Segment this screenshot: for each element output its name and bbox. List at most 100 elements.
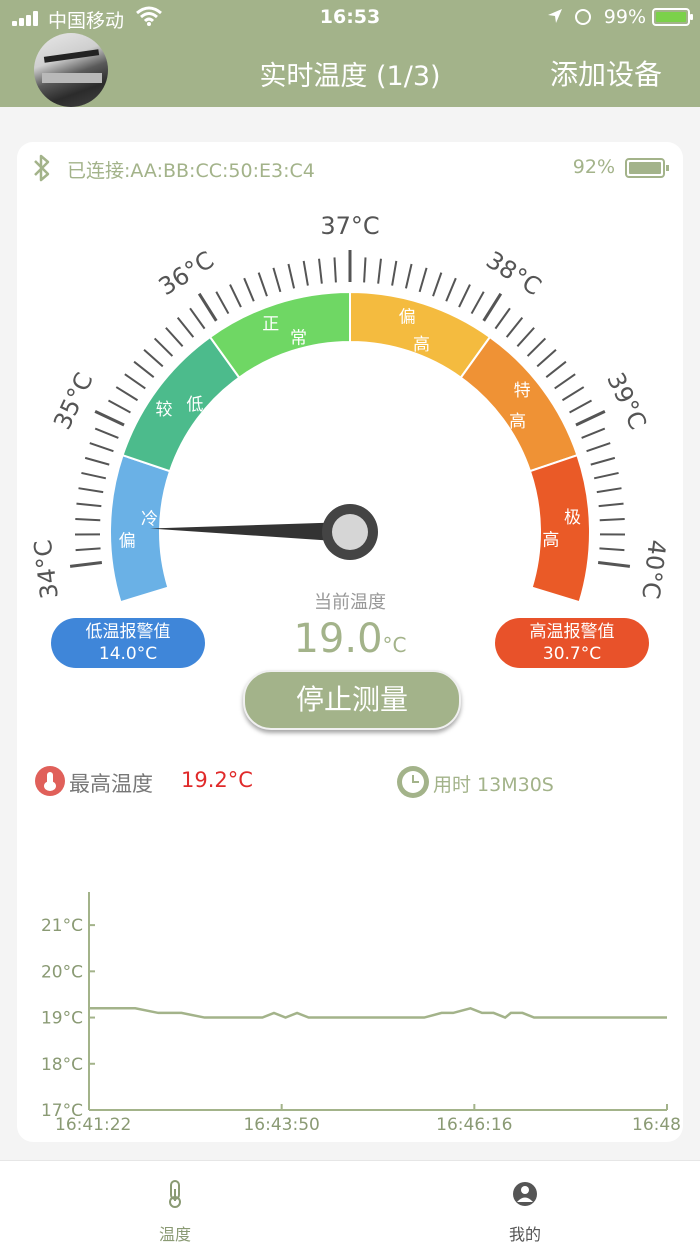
current-temp-label: 当前温度 [17, 588, 683, 614]
tab-profile-label: 我的 [350, 1221, 700, 1245]
clock-icon [397, 766, 429, 798]
gauge-tick [591, 458, 615, 465]
gauge-zone [530, 455, 590, 602]
gauge-tick [594, 473, 618, 478]
gauge-tick [420, 268, 427, 292]
high-alarm-value: 30.7°C [495, 643, 649, 665]
low-alarm-badge[interactable]: 低温报警值 14.0°C [51, 618, 205, 668]
gauge-tick [166, 328, 183, 347]
thermometer-icon [35, 766, 65, 796]
gauge-zone-label: 偏 [119, 531, 136, 551]
gauge-tick [570, 401, 592, 413]
gauge-tick [599, 548, 624, 550]
gauge-zone-label: 低 [186, 395, 203, 415]
gauge-tick [155, 338, 173, 356]
gauge-tick [528, 338, 546, 356]
gauge-tick [79, 488, 104, 492]
low-alarm-label: 低温报警值 [51, 621, 205, 643]
gauge-tick [446, 278, 456, 301]
gauge-tick [144, 350, 163, 367]
battery-percent: 99% [604, 6, 646, 28]
gauge-tick [599, 504, 624, 507]
temperature-series-line [89, 1008, 667, 1017]
gauge-zone [123, 337, 240, 471]
add-device-button[interactable]: 添加设备 [550, 53, 662, 93]
gauge-tick-label: 37°C [320, 212, 379, 240]
device-card: 已连接:AA:BB:CC:50:E3:C4 92% 偏冷较低正常偏高特高极高34… [17, 142, 683, 1142]
gauge-tick [116, 387, 137, 400]
gauge-tick [433, 273, 441, 297]
high-alarm-label: 高温报警值 [495, 621, 649, 643]
gauge-tick [244, 278, 254, 301]
gauge-tick [259, 273, 267, 297]
gauge-tick [304, 261, 308, 286]
gauge-zone-label: 高 [413, 335, 430, 355]
gauge-tick [334, 257, 335, 282]
gauge-tick [76, 504, 101, 507]
tab-bar: 温度 我的 [0, 1160, 700, 1245]
x-tick-label: 16:43:50 [243, 1115, 319, 1135]
gauge-tick [600, 519, 625, 520]
gauge-zone-label: 高 [542, 531, 559, 551]
gauge-tick [598, 562, 630, 566]
gauge-tick [81, 473, 105, 478]
x-tick-label: 16:48 [632, 1115, 681, 1135]
y-tick-label: 18°C [41, 1055, 83, 1075]
current-temp-number: 19.0 [293, 616, 382, 662]
x-tick-label: 16:41:22 [55, 1115, 131, 1135]
gauge-tick [134, 362, 154, 377]
battery-icon [652, 8, 690, 26]
stop-measurement-button[interactable]: 停止测量 [243, 670, 461, 730]
gauge-tick-label: 36°C [154, 246, 219, 301]
gauge-zone [210, 292, 350, 378]
gauge-tick-label: 38°C [481, 246, 546, 301]
gauge-tick [95, 411, 124, 425]
low-alarm-value: 14.0°C [51, 643, 205, 665]
temperature-gauge: 偏冷较低正常偏高特高极高34°C35°C36°C37°C38°C39°C40°C [17, 142, 683, 622]
elapsed-time: 用时 13M30S [433, 770, 554, 797]
gauge-tick [378, 259, 381, 284]
gauge-tick [597, 488, 622, 492]
gauge-tick [472, 292, 484, 314]
gauge-zone [461, 337, 578, 471]
x-tick-label: 16:46:16 [436, 1115, 512, 1135]
gauge-tick [582, 429, 605, 438]
gauge-tick [85, 458, 109, 465]
gauge-zone-label: 正 [262, 315, 279, 335]
gauge-tick [587, 443, 611, 451]
thermometer-tab-icon [163, 1179, 187, 1209]
gauge-hub-center [332, 514, 368, 550]
gauge-tick [406, 264, 412, 288]
rotation-lock-icon [575, 9, 591, 25]
gauge-tick [288, 264, 294, 288]
gauge-tick [125, 374, 145, 388]
gauge-tick [76, 548, 101, 550]
gauge-tick [230, 285, 241, 307]
gauge-zone-label: 较 [156, 400, 173, 420]
gauge-tick [75, 519, 100, 520]
tab-temperature-label: 温度 [0, 1221, 350, 1245]
gauge-tick-label: 39°C [601, 368, 652, 434]
gauge-zone-label: 特 [514, 381, 531, 401]
gauge-tick [364, 257, 365, 282]
gauge-tick [70, 562, 102, 566]
gauge-zone-label: 冷 [141, 510, 158, 530]
header-bar: 中国移动 16:53 99% 实时温度 (1/3) 添加设备 [0, 0, 700, 107]
tab-profile[interactable]: 我的 [350, 1161, 700, 1245]
gauge-tick [537, 350, 556, 367]
gauge-tick [517, 328, 534, 347]
high-alarm-badge[interactable]: 高温报警值 30.7°C [495, 618, 649, 668]
gauge-tick [95, 429, 118, 438]
location-icon [548, 9, 562, 23]
gauge-tick [562, 387, 583, 400]
tab-temperature[interactable]: 温度 [0, 1161, 350, 1245]
gauge-tick [199, 294, 216, 321]
status-time: 16:53 [0, 6, 700, 28]
gauge-tick [507, 318, 523, 337]
gauge-tick [546, 362, 566, 377]
y-tick-label: 20°C [41, 962, 83, 982]
gauge-tick [392, 261, 396, 286]
gauge-tick [108, 401, 130, 413]
gauge-tick [555, 374, 575, 388]
y-tick-label: 21°C [41, 916, 83, 936]
